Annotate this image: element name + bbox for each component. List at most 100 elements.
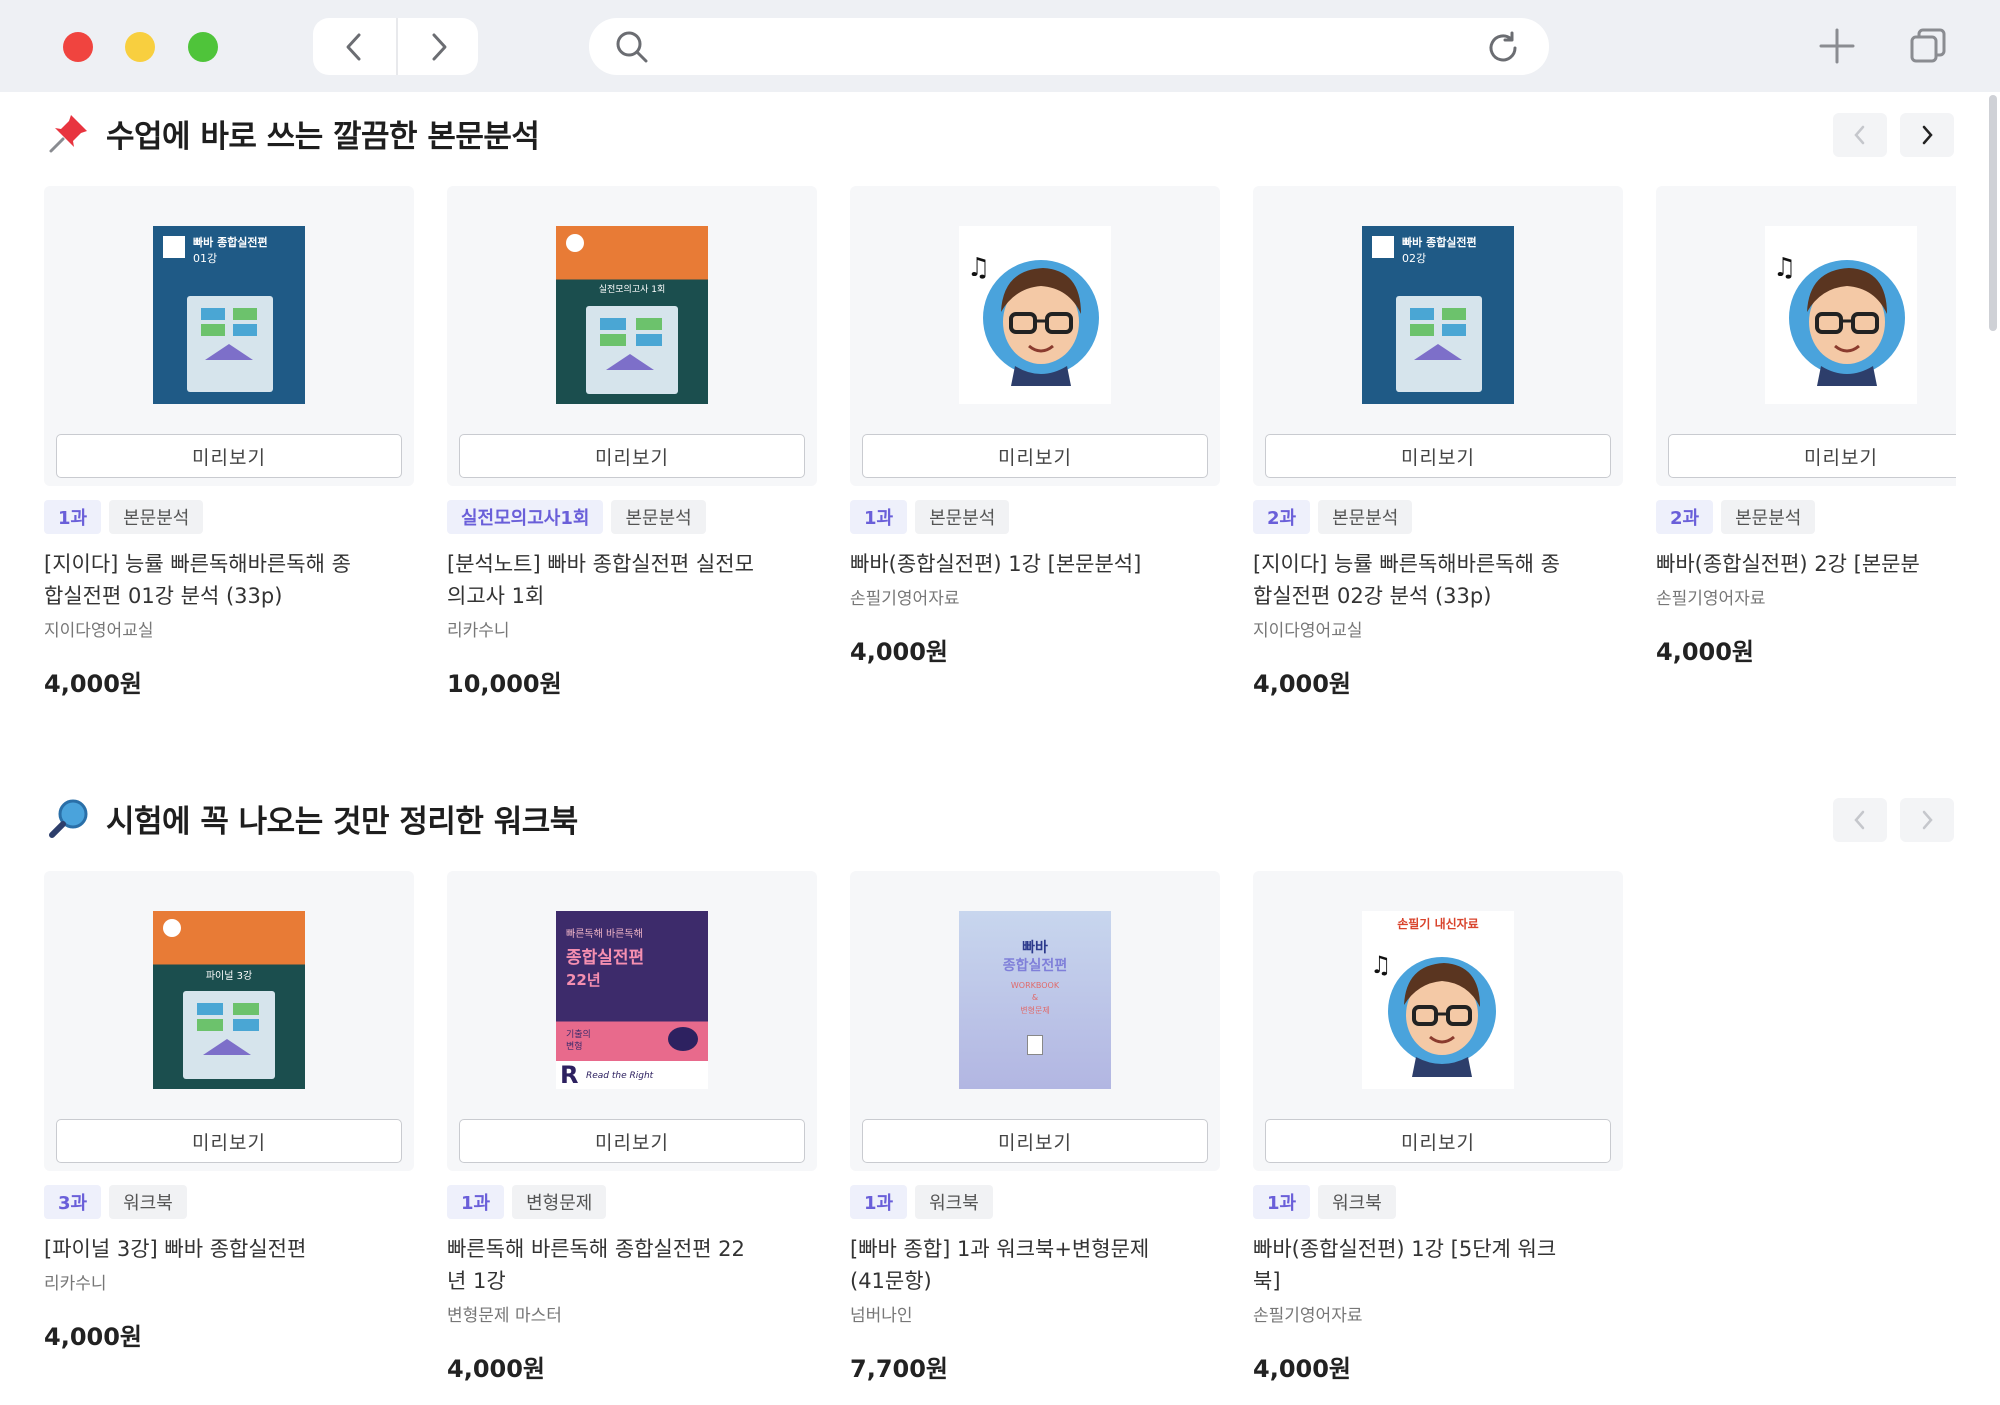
preview-button[interactable]: 미리보기 [1668, 434, 1956, 478]
product-card[interactable]: 빠바 종합실전편 WORKBOOK & 변형문제 미리보기 1과 워크북 [빠바… [850, 871, 1222, 1383]
tag-chapter[interactable]: 2과 [1253, 500, 1311, 534]
tag-chapter[interactable]: 실전모의고사1회 [447, 500, 604, 534]
maximize-window-button[interactable] [188, 32, 218, 62]
product-thumbnail[interactable]: 빠바 종합실전편 02강 미리보기 [1253, 186, 1623, 486]
preview-button[interactable]: 미리보기 [862, 1119, 1208, 1163]
seller-name[interactable]: 변형문제 마스터 [447, 1301, 562, 1326]
product-title[interactable]: [지이다] 능률 빠른독해바른독해 종 합실전편 01강 분석 (33p) [44, 548, 416, 612]
tag-type[interactable]: 본문분석 [1318, 500, 1413, 534]
product-thumbnail[interactable]: 손필기 내신자료 ♫ 미리보기 [1253, 871, 1623, 1171]
forward-button[interactable] [396, 18, 480, 75]
product-thumbnail[interactable]: ♫ 미리보기 [1656, 186, 1956, 486]
svg-text:♫: ♫ [1370, 951, 1392, 979]
section-prev-button[interactable] [1833, 798, 1887, 842]
chevron-left-icon [1854, 810, 1865, 830]
tag-list: 1과 워크북 [1253, 1185, 1396, 1219]
tag-type[interactable]: 본문분석 [1721, 500, 1816, 534]
product-title[interactable]: [분석노트] 빠바 종합실전편 실전모 의고사 1회 [447, 548, 819, 612]
product-card[interactable]: ♫ 미리보기 2과 본문분석 빠바(종합실전편) 2강 [본문분 손필기영어자료… [1656, 186, 1956, 666]
seller-name[interactable]: 리카수니 [447, 616, 510, 641]
minimize-window-button[interactable] [125, 32, 155, 62]
product-title[interactable]: 빠른독해 바른독해 종합실전편 22 년 1강 [447, 1233, 819, 1297]
seller-name[interactable]: 지이다영어교실 [1253, 616, 1362, 641]
seller-name[interactable]: 지이다영어교실 [44, 616, 153, 641]
product-thumbnail[interactable]: 빠른독해 바른독해 종합실전편 22년 기출의 변형 R Read the Ri… [447, 871, 817, 1171]
product-price: 4,000원 [447, 1355, 545, 1383]
close-window-button[interactable] [63, 32, 93, 62]
preview-button[interactable]: 미리보기 [459, 1119, 805, 1163]
product-thumbnail[interactable]: 파이널 3강 미리보기 [44, 871, 414, 1171]
tag-type[interactable]: 본문분석 [915, 500, 1010, 534]
seller-name[interactable]: 손필기영어자료 [1656, 584, 1765, 609]
product-title[interactable]: 빠바(종합실전편) 1강 [5단계 워크 북] [1253, 1233, 1625, 1297]
tag-list: 1과 워크북 [850, 1185, 993, 1219]
tag-chapter[interactable]: 2과 [1656, 500, 1714, 534]
seller-name[interactable]: 리카수니 [44, 1269, 107, 1294]
tag-list: 3과 워크북 [44, 1185, 187, 1219]
chevron-right-icon [432, 33, 447, 60]
seller-name[interactable]: 손필기영어자료 [1253, 1301, 1362, 1326]
product-price: 4,000원 [44, 670, 142, 698]
tag-type[interactable]: 워크북 [109, 1185, 187, 1219]
seller-name[interactable]: 손필기영어자료 [850, 584, 959, 609]
preview-button[interactable]: 미리보기 [56, 434, 402, 478]
product-title[interactable]: [지이다] 능률 빠른독해바른독해 종 합실전편 02강 분석 (33p) [1253, 548, 1625, 612]
seller-name[interactable]: 넘버나인 [850, 1301, 913, 1326]
book-cover-image: 빠바 종합실전편 WORKBOOK & 변형문제 [959, 911, 1111, 1089]
address-input[interactable] [669, 28, 1453, 66]
product-title[interactable]: 빠바(종합실전편) 1강 [본문분석] [850, 548, 1222, 580]
product-title[interactable]: [파이널 3강] 빠바 종합실전편 [44, 1233, 416, 1265]
section-next-button[interactable] [1900, 113, 1954, 157]
cover-text: & [1031, 993, 1039, 1002]
preview-button[interactable]: 미리보기 [459, 434, 805, 478]
product-card[interactable]: 빠른독해 바른독해 종합실전편 22년 기출의 변형 R Read the Ri… [447, 871, 819, 1383]
address-bar[interactable] [589, 18, 1549, 75]
tag-type[interactable]: 워크북 [1318, 1185, 1396, 1219]
product-thumbnail[interactable]: 빠바 종합실전편 01강 미리보기 [44, 186, 414, 486]
tag-chapter[interactable]: 3과 [44, 1185, 102, 1219]
product-thumbnail[interactable]: 빠바 종합실전편 WORKBOOK & 변형문제 미리보기 [850, 871, 1220, 1171]
product-card[interactable]: 실전모의고사 1회 미리보기 실전모의고사1회 본문분석 [분석노트] 빠바 종… [447, 186, 819, 698]
book-cover-image: 실전모의고사 1회 [556, 226, 708, 404]
tag-chapter[interactable]: 1과 [44, 500, 102, 534]
reload-icon[interactable] [1485, 30, 1521, 66]
section-next-button[interactable] [1900, 798, 1954, 842]
tag-type[interactable]: 본문분석 [109, 500, 204, 534]
preview-button[interactable]: 미리보기 [56, 1119, 402, 1163]
cover-text: 빠른독해 바른독해 [566, 929, 643, 940]
product-card[interactable]: 빠바 종합실전편 01강 미리보기 1과 본문분석 [지이다] 능률 빠른독해바… [44, 186, 416, 698]
tag-chapter[interactable]: 1과 [447, 1185, 505, 1219]
product-card[interactable]: 파이널 3강 미리보기 3과 워크북 [파이널 3강] 빠바 종합실전편 리카수… [44, 871, 416, 1351]
preview-button[interactable]: 미리보기 [1265, 434, 1611, 478]
product-card[interactable]: ♫ 미리보기 1과 본문분석 빠바(종합실전편) 1강 [본문분석] 손필기영어… [850, 186, 1222, 666]
product-card[interactable]: 손필기 내신자료 ♫ 미리보기 1과 워크북 빠바(종합실전편) 1강 [5단계 [1253, 871, 1625, 1383]
tab-overview-icon[interactable] [1908, 26, 1948, 66]
back-button[interactable] [313, 18, 395, 75]
product-thumbnail[interactable]: ♫ 미리보기 [850, 186, 1220, 486]
cover-text: Read the Right [586, 1071, 654, 1081]
tag-type[interactable]: 워크북 [915, 1185, 993, 1219]
scrollbar-thumb[interactable] [1989, 95, 1997, 331]
tag-list: 1과 본문분석 [850, 500, 1010, 534]
preview-button[interactable]: 미리보기 [862, 434, 1208, 478]
tag-type[interactable]: 본문분석 [611, 500, 706, 534]
section-header: 시험에 꼭 나오는 것만 정리한 워크북 [44, 793, 578, 843]
product-thumbnail[interactable]: 실전모의고사 1회 미리보기 [447, 186, 817, 486]
product-price: 10,000원 [447, 670, 562, 698]
product-title[interactable]: [빠바 종합] 1과 워크북+변형문제 (41문항) [850, 1233, 1222, 1297]
tag-chapter[interactable]: 1과 [850, 500, 908, 534]
search-icon [616, 31, 648, 63]
section-title: 수업에 바로 쓰는 깔끔한 본문분석 [106, 118, 540, 155]
tag-chapter[interactable]: 1과 [1253, 1185, 1311, 1219]
book-cover-image: 빠른독해 바른독해 종합실전편 22년 기출의 변형 R Read the Ri… [556, 911, 708, 1089]
tag-type[interactable]: 변형문제 [512, 1185, 607, 1219]
product-card[interactable]: 빠바 종합실전편 02강 미리보기 2과 본문분석 [지이다] 능률 빠른독해바… [1253, 186, 1625, 698]
section-prev-button[interactable] [1833, 113, 1887, 157]
preview-button[interactable]: 미리보기 [1265, 1119, 1611, 1163]
new-tab-icon[interactable] [1817, 26, 1857, 66]
cover-text: WORKBOOK [1010, 981, 1060, 990]
book-cover-image: 파이널 3강 [153, 911, 305, 1089]
tag-chapter[interactable]: 1과 [850, 1185, 908, 1219]
product-title[interactable]: 빠바(종합실전편) 2강 [본문분 [1656, 548, 1956, 580]
product-price: 4,000원 [1253, 670, 1351, 698]
